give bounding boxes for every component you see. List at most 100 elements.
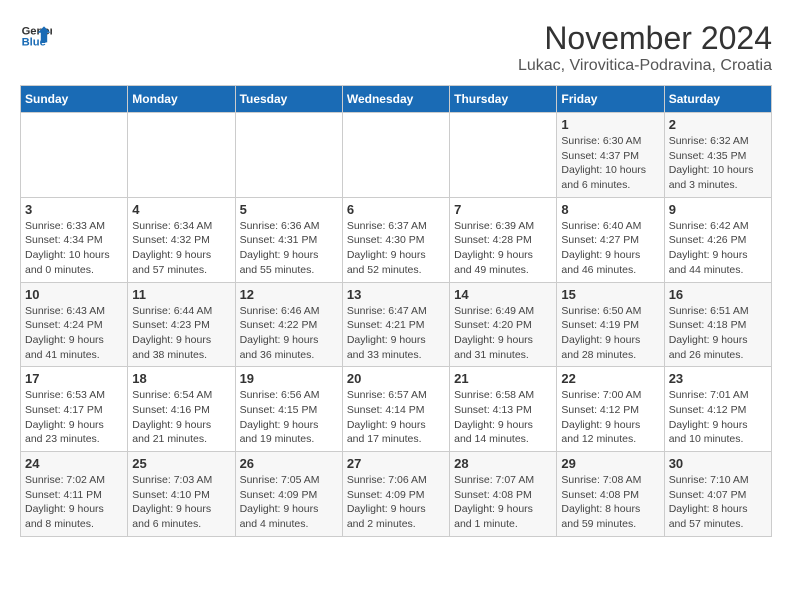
page-header: General Blue November 2024 Lukac, Virovi… — [20, 20, 772, 75]
logo-icon: General Blue — [20, 20, 52, 52]
week-row-3: 10 Sunrise: 6:43 AM Sunset: 4:24 PM Dayli… — [21, 282, 772, 367]
calendar-cell: 25 Sunrise: 7:03 AM Sunset: 4:10 PM Dayli… — [128, 452, 235, 537]
day-info: Sunrise: 6:49 AM Sunset: 4:20 PM Dayligh… — [454, 304, 552, 363]
day-number: 11 — [132, 287, 230, 302]
weekday-header-friday: Friday — [557, 86, 664, 113]
logo: General Blue — [20, 20, 52, 52]
day-number: 22 — [561, 371, 659, 386]
day-number: 29 — [561, 456, 659, 471]
day-number: 16 — [669, 287, 767, 302]
calendar-cell: 11 Sunrise: 6:44 AM Sunset: 4:23 PM Dayli… — [128, 282, 235, 367]
calendar-cell: 7Sunrise: 6:39 AM Sunset: 4:28 PM Daylig… — [450, 197, 557, 282]
weekday-header-monday: Monday — [128, 86, 235, 113]
day-info: Sunrise: 7:05 AM Sunset: 4:09 PM Dayligh… — [240, 473, 338, 532]
day-info: Sunrise: 6:54 AM Sunset: 4:16 PM Dayligh… — [132, 388, 230, 447]
title-block: November 2024 Lukac, Virovitica-Podravin… — [518, 20, 772, 75]
day-info: Sunrise: 7:06 AM Sunset: 4:09 PM Dayligh… — [347, 473, 445, 532]
day-info: Sunrise: 6:50 AM Sunset: 4:19 PM Dayligh… — [561, 304, 659, 363]
calendar-cell: 9Sunrise: 6:42 AM Sunset: 4:26 PM Daylig… — [664, 197, 771, 282]
day-info: Sunrise: 6:32 AM Sunset: 4:35 PM Dayligh… — [669, 134, 767, 193]
day-number: 9 — [669, 202, 767, 217]
weekday-header-wednesday: Wednesday — [342, 86, 449, 113]
day-number: 28 — [454, 456, 552, 471]
calendar-cell: 21Sunrise: 6:58 AM Sunset: 4:13 PM Dayli… — [450, 367, 557, 452]
calendar-cell: 28 Sunrise: 7:07 AM Sunset: 4:08 PM Dayli… — [450, 452, 557, 537]
day-info: Sunrise: 7:07 AM Sunset: 4:08 PM Dayligh… — [454, 473, 552, 532]
day-number: 15 — [561, 287, 659, 302]
weekday-header-saturday: Saturday — [664, 86, 771, 113]
day-number: 26 — [240, 456, 338, 471]
calendar-cell: 24 Sunrise: 7:02 AM Sunset: 4:11 PM Dayli… — [21, 452, 128, 537]
day-info: Sunrise: 6:56 AM Sunset: 4:15 PM Dayligh… — [240, 388, 338, 447]
day-number: 13 — [347, 287, 445, 302]
day-info: Sunrise: 7:10 AM Sunset: 4:07 PM Dayligh… — [669, 473, 767, 532]
day-number: 1 — [561, 117, 659, 132]
calendar-cell: 18 Sunrise: 6:54 AM Sunset: 4:16 PM Dayli… — [128, 367, 235, 452]
week-row-1: 1 Sunrise: 6:30 AM Sunset: 4:37 PM Daylig… — [21, 113, 772, 198]
calendar-cell — [128, 113, 235, 198]
day-number: 18 — [132, 371, 230, 386]
day-info: Sunrise: 6:58 AM Sunset: 4:13 PM Dayligh… — [454, 388, 552, 447]
day-info: Sunrise: 6:44 AM Sunset: 4:23 PM Dayligh… — [132, 304, 230, 363]
calendar-cell: 13 Sunrise: 6:47 AM Sunset: 4:21 PM Dayli… — [342, 282, 449, 367]
day-number: 25 — [132, 456, 230, 471]
week-row-2: 3 Sunrise: 6:33 AM Sunset: 4:34 PM Daylig… — [21, 197, 772, 282]
day-number: 19 — [240, 371, 338, 386]
day-info: Sunrise: 6:40 AM Sunset: 4:27 PM Dayligh… — [561, 219, 659, 278]
day-info: Sunrise: 6:30 AM Sunset: 4:37 PM Dayligh… — [561, 134, 659, 193]
calendar-cell: 30 Sunrise: 7:10 AM Sunset: 4:07 PM Dayli… — [664, 452, 771, 537]
calendar-cell: 27 Sunrise: 7:06 AM Sunset: 4:09 PM Dayli… — [342, 452, 449, 537]
day-info: Sunrise: 6:36 AM Sunset: 4:31 PM Dayligh… — [240, 219, 338, 278]
day-info: Sunrise: 6:33 AM Sunset: 4:34 PM Dayligh… — [25, 219, 123, 278]
day-info: Sunrise: 7:00 AM Sunset: 4:12 PM Dayligh… — [561, 388, 659, 447]
calendar-cell: 15 Sunrise: 6:50 AM Sunset: 4:19 PM Dayli… — [557, 282, 664, 367]
calendar-cell: 5 Sunrise: 6:36 AM Sunset: 4:31 PM Daylig… — [235, 197, 342, 282]
day-number: 27 — [347, 456, 445, 471]
calendar-cell: 2 Sunrise: 6:32 AM Sunset: 4:35 PM Daylig… — [664, 113, 771, 198]
calendar-cell: 23Sunrise: 7:01 AM Sunset: 4:12 PM Dayli… — [664, 367, 771, 452]
calendar-cell: 3 Sunrise: 6:33 AM Sunset: 4:34 PM Daylig… — [21, 197, 128, 282]
day-info: Sunrise: 7:03 AM Sunset: 4:10 PM Dayligh… — [132, 473, 230, 532]
page-title: November 2024 — [518, 20, 772, 57]
weekday-header-row: SundayMondayTuesdayWednesdayThursdayFrid… — [21, 86, 772, 113]
day-number: 5 — [240, 202, 338, 217]
day-info: Sunrise: 6:57 AM Sunset: 4:14 PM Dayligh… — [347, 388, 445, 447]
day-number: 17 — [25, 371, 123, 386]
day-number: 4 — [132, 202, 230, 217]
day-number: 12 — [240, 287, 338, 302]
calendar-cell: 26 Sunrise: 7:05 AM Sunset: 4:09 PM Dayli… — [235, 452, 342, 537]
day-info: Sunrise: 7:01 AM Sunset: 4:12 PM Dayligh… — [669, 388, 767, 447]
day-number: 14 — [454, 287, 552, 302]
day-number: 3 — [25, 202, 123, 217]
day-info: Sunrise: 6:46 AM Sunset: 4:22 PM Dayligh… — [240, 304, 338, 363]
calendar-cell: 29 Sunrise: 7:08 AM Sunset: 4:08 PM Dayli… — [557, 452, 664, 537]
day-info: Sunrise: 7:02 AM Sunset: 4:11 PM Dayligh… — [25, 473, 123, 532]
day-number: 20 — [347, 371, 445, 386]
calendar-cell: 20 Sunrise: 6:57 AM Sunset: 4:14 PM Dayli… — [342, 367, 449, 452]
calendar-table: SundayMondayTuesdayWednesdayThursdayFrid… — [20, 85, 772, 537]
page-subtitle: Lukac, Virovitica-Podravina, Croatia — [518, 57, 772, 75]
day-number: 30 — [669, 456, 767, 471]
day-info: Sunrise: 6:51 AM Sunset: 4:18 PM Dayligh… — [669, 304, 767, 363]
day-info: Sunrise: 6:39 AM Sunset: 4:28 PM Dayligh… — [454, 219, 552, 278]
day-number: 8 — [561, 202, 659, 217]
calendar-cell: 8 Sunrise: 6:40 AM Sunset: 4:27 PM Daylig… — [557, 197, 664, 282]
calendar-cell: 12 Sunrise: 6:46 AM Sunset: 4:22 PM Dayli… — [235, 282, 342, 367]
calendar-cell — [342, 113, 449, 198]
day-number: 24 — [25, 456, 123, 471]
day-number: 10 — [25, 287, 123, 302]
day-info: Sunrise: 6:47 AM Sunset: 4:21 PM Dayligh… — [347, 304, 445, 363]
day-info: Sunrise: 7:08 AM Sunset: 4:08 PM Dayligh… — [561, 473, 659, 532]
calendar-cell: 17Sunrise: 6:53 AM Sunset: 4:17 PM Dayli… — [21, 367, 128, 452]
week-row-4: 17Sunrise: 6:53 AM Sunset: 4:17 PM Dayli… — [21, 367, 772, 452]
calendar-cell: 4 Sunrise: 6:34 AM Sunset: 4:32 PM Daylig… — [128, 197, 235, 282]
calendar-cell: 1 Sunrise: 6:30 AM Sunset: 4:37 PM Daylig… — [557, 113, 664, 198]
calendar-cell: 16 Sunrise: 6:51 AM Sunset: 4:18 PM Dayli… — [664, 282, 771, 367]
calendar-cell — [450, 113, 557, 198]
day-info: Sunrise: 6:43 AM Sunset: 4:24 PM Dayligh… — [25, 304, 123, 363]
day-info: Sunrise: 6:34 AM Sunset: 4:32 PM Dayligh… — [132, 219, 230, 278]
day-number: 2 — [669, 117, 767, 132]
calendar-cell — [21, 113, 128, 198]
calendar-cell: 10 Sunrise: 6:43 AM Sunset: 4:24 PM Dayli… — [21, 282, 128, 367]
week-row-5: 24 Sunrise: 7:02 AM Sunset: 4:11 PM Dayli… — [21, 452, 772, 537]
